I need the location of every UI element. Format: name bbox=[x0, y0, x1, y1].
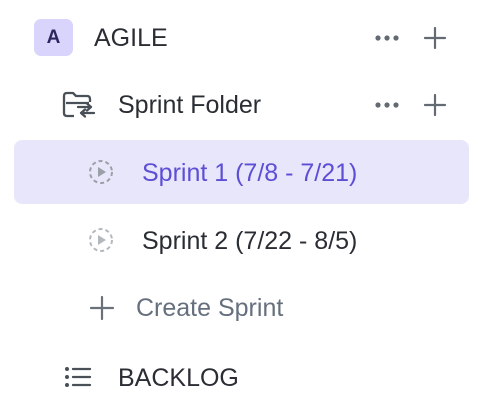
space-avatar: A bbox=[34, 19, 73, 56]
space-name: AGILE bbox=[94, 24, 168, 52]
sprint-play-icon bbox=[89, 228, 113, 252]
more-options-icon[interactable] bbox=[372, 26, 402, 50]
folder-name: Sprint Folder bbox=[118, 91, 262, 119]
backlog-label: BACKLOG bbox=[118, 364, 239, 392]
create-sprint-label: Create Sprint bbox=[136, 294, 284, 322]
space-actions bbox=[372, 25, 448, 51]
sprint-label: Sprint 2 (7/22 - 8/5) bbox=[142, 227, 358, 255]
more-options-icon[interactable] bbox=[372, 93, 402, 117]
sprint-folder-icon bbox=[62, 91, 96, 118]
sprint-play-icon bbox=[89, 160, 113, 184]
sidebar-tree: A AGILE Sprint Folder Sprint 1 (7/8 - 7/… bbox=[0, 0, 488, 416]
folder-actions bbox=[372, 92, 448, 118]
add-icon[interactable] bbox=[422, 25, 448, 51]
sprint-label: Sprint 1 (7/8 - 7/21) bbox=[142, 159, 358, 187]
add-icon[interactable] bbox=[422, 92, 448, 118]
plus-icon bbox=[89, 295, 115, 321]
list-icon bbox=[65, 367, 92, 387]
